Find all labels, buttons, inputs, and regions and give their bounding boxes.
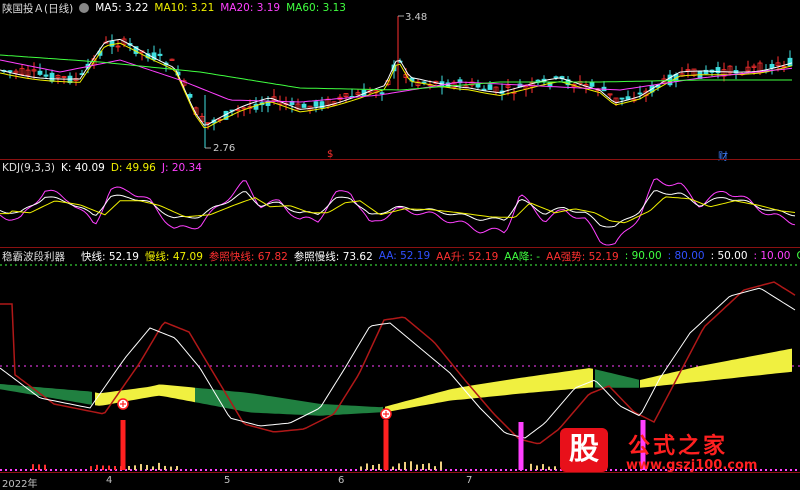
small-signal-bar: [152, 466, 154, 470]
candle-body: [313, 101, 319, 107]
small-signal-bar: [44, 464, 46, 470]
candle-body: [487, 84, 493, 90]
candle-body: [301, 103, 307, 108]
signal-column: [518, 422, 524, 470]
candle-body: [421, 81, 427, 84]
kdj-pane[interactable]: KDJ(9,3,3) K: 40.09 D: 49.96 J: 20.34: [0, 160, 800, 248]
small-signal-bar: [404, 461, 406, 470]
candle-body: [157, 53, 163, 56]
small-signal-bar: [164, 465, 166, 470]
axis-label-jul: 7: [466, 475, 473, 486]
small-signal-bar: [32, 464, 34, 470]
watermark-url: www.gszj100.com: [626, 458, 758, 473]
candle-body: [43, 74, 49, 77]
small-signal-bar: [392, 466, 394, 470]
band-segment-down: [595, 369, 639, 388]
candle-body: [637, 92, 643, 95]
signal-column: [120, 420, 126, 470]
small-signal-bar: [554, 466, 556, 470]
price-high-label: 3.48: [405, 12, 428, 23]
watermark: 股 公式之家 www.gszj100.com: [560, 428, 792, 476]
axis-label-apr: 4: [106, 475, 113, 486]
candle-body: [37, 70, 43, 75]
small-signal-bar: [422, 463, 424, 470]
candle-body: [379, 92, 385, 95]
candle-body: [589, 82, 595, 87]
watermark-logo: 股: [560, 428, 608, 472]
small-signal-bar: [128, 465, 130, 470]
small-signal-bar: [416, 464, 418, 470]
band-segment-up: [95, 384, 195, 406]
small-signal-bar: [360, 466, 362, 470]
band-segment-up: [640, 348, 792, 388]
candle-body: [109, 40, 115, 47]
candle-body: [49, 72, 55, 82]
candle-body: [475, 83, 481, 88]
small-signal-bar: [158, 462, 160, 470]
candle-body: [769, 63, 775, 69]
band-segment-up: [385, 368, 593, 413]
small-signal-bar: [398, 463, 400, 470]
small-signal-bar: [114, 466, 116, 470]
small-signal-bar: [146, 464, 148, 470]
small-signal-bar: [170, 466, 172, 470]
price-low-label: 2.76: [213, 143, 236, 154]
band-segment-down: [0, 384, 92, 405]
small-signal-bar: [440, 461, 442, 470]
axis-label-may: 5: [224, 475, 231, 486]
small-signal-bar: [176, 466, 178, 470]
small-signal-bar: [536, 465, 538, 470]
small-signal-bar: [90, 466, 92, 470]
candle-body: [187, 93, 193, 98]
small-signal-bar: [140, 464, 142, 470]
small-signal-bar: [120, 466, 122, 470]
price-pane[interactable]: 陕国投Ａ(日线) MA5: 3.22 MA10: 3.21 MA20: 3.19…: [0, 0, 800, 163]
ma10-line: [0, 42, 793, 129]
watermark-brand: 公式之家: [628, 434, 729, 459]
small-signal-bar: [372, 465, 374, 470]
candle-body: [787, 57, 793, 67]
slow-line: [0, 281, 796, 445]
small-signal-bar: [38, 464, 40, 470]
candle-body: [7, 70, 13, 73]
small-signal-bar: [548, 466, 550, 470]
axis-label-jun: 6: [338, 475, 345, 486]
small-signal-bar: [102, 465, 104, 470]
band-segment-down: [195, 387, 383, 416]
small-signal-bar: [108, 465, 110, 470]
kdj-chart[interactable]: [0, 160, 800, 248]
candle-body: [619, 97, 625, 100]
small-signal-bar: [434, 466, 436, 470]
small-signal-bar: [530, 463, 532, 470]
small-signal-bar: [378, 463, 380, 470]
candlestick-chart[interactable]: [0, 0, 800, 160]
kdj-j-line: [0, 178, 796, 246]
signal-column: [383, 420, 389, 470]
small-signal-bar: [134, 465, 136, 470]
small-signal-bar: [410, 461, 412, 470]
small-signal-bar: [428, 463, 430, 470]
small-signal-bar: [96, 464, 98, 470]
fast-line: [0, 287, 796, 439]
kdj-k-line: [0, 190, 796, 228]
axis-label-year: 2022年: [2, 479, 38, 490]
candle-body: [553, 76, 559, 79]
small-signal-bar: [366, 463, 368, 470]
kdj-d-line: [0, 196, 796, 224]
small-signal-bar: [542, 464, 544, 470]
